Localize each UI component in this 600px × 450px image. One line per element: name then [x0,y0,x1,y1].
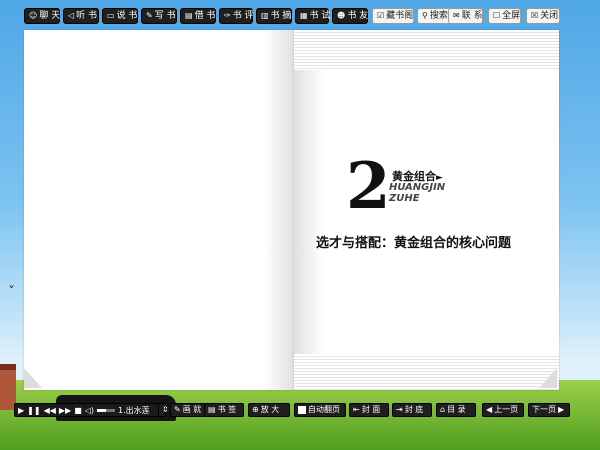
play-icon[interactable]: ▶ [18,406,24,415]
volume-icon: ◁) [84,405,95,415]
friends-button[interactable]: ☻ 书 友 [332,8,368,24]
page-footer-stripes [294,354,559,390]
book-viewer [24,30,559,390]
search-icon: ⚲ [422,11,428,20]
music-player: ▶ ❚❚ ◀◀ ▶▶ ■ ◁) 1.出水莲 [14,403,164,417]
comment-button[interactable]: ▭ 说 书 [102,8,138,24]
next-track-icon[interactable]: ▶▶ [59,406,71,415]
write-button[interactable]: ✎ 写 书 [141,8,177,24]
pencil-icon: ✎ [174,405,181,414]
bookmark-icon: ▤ [208,405,216,414]
chapter-number: 2 [346,149,391,224]
friends-icon: ☻ [337,11,346,20]
mail-icon: ✉ [453,11,460,20]
chevron-updown-icon: ⇕ [162,405,169,414]
cover-button[interactable]: ⇤ 封 面 [349,403,389,417]
prev-track-icon[interactable]: ◀◀ [44,406,56,415]
arrow-left-icon: ◀ [486,405,493,414]
pause-icon[interactable]: ❚❚ [27,406,40,415]
bird-silhouette-icon: ˇ [8,285,15,301]
top-toolbar: ☺ 聊 天 ◁ 听 书 ▭ 说 书 ✎ 写 书 ▤ 借 书 ✑ 书 评 ▥ 书 … [0,8,600,26]
test-button[interactable]: ▦ 书 试 [295,8,330,24]
volume-slider[interactable] [97,408,116,412]
chat-button[interactable]: ☺ 聊 天 [24,8,60,24]
chat-icon: ☺ [29,11,38,20]
chapter-label-en-1: HUANGJIN [389,182,446,193]
excerpt-button[interactable]: ▥ 书 摘 [256,8,292,24]
book-icon: ▤ [185,11,193,20]
listen-icon: ◁ [68,11,75,20]
page-header-stripes [294,30,559,70]
back-cover-button[interactable]: ⇥ 封 底 [392,403,432,417]
zoom-icon: ⊕ [252,405,259,414]
track-select-button[interactable]: ⇕ [158,403,169,417]
contact-button[interactable]: ✉ 联 系 [448,8,483,24]
library-icon: ☑ [377,11,385,20]
fullscreen-button[interactable]: ☐ 全屏 [488,8,521,24]
back-cover-icon: ⇥ [396,405,403,414]
right-page[interactable] [294,30,559,390]
close-button[interactable]: ☒ 关闭 [526,8,560,24]
chapter-title: 选才与搭配：黄金组合的核心问题 [316,236,512,251]
stop-icon[interactable]: ■ [74,406,82,415]
checkbox-icon: ☐ [493,11,501,20]
bookmark-button[interactable]: ▤ 书 签 [204,403,244,417]
search-button[interactable]: ⚲ 搜索 [417,8,452,24]
review-button[interactable]: ✑ 书 评 [219,8,254,24]
arrow-right-icon: ▶ [558,405,565,414]
page-curl-right[interactable] [539,368,557,388]
catalog-button[interactable]: ✎ 画 就 [170,403,206,417]
chapter-label-en-2: ZUHE [389,193,420,204]
volume-fill [97,408,107,412]
close-icon: ☒ [531,11,539,20]
autoflip-checkbox[interactable] [298,406,306,414]
page-curl-left[interactable] [24,368,42,388]
autoflip-button[interactable]: 自动翻页 [294,403,346,417]
comment-icon: ▭ [107,11,115,20]
cover-icon: ⇤ [353,405,360,414]
library-button[interactable]: ☑ 藏书阁 [372,8,414,24]
review-icon: ✑ [224,11,231,20]
prev-page-button[interactable]: ◀ 上一页 [482,403,524,417]
pencil-icon: ✎ [146,11,153,20]
next-page-button[interactable]: 下一页 ▶ [528,403,570,417]
toc-button[interactable]: ⌂ 目 录 [436,403,476,417]
zoom-button[interactable]: ⊕ 放 大 [248,403,290,417]
track-name: 1.出水莲 [118,405,150,415]
excerpt-icon: ▥ [261,11,269,20]
bottom-control-bar: ▶ ❚❚ ◀◀ ▶▶ ■ ◁) 1.出水莲 ⇕ ✎ 画 就 ▤ 书 签 ⊕ 放 … [14,403,574,417]
home-icon: ⌂ [440,405,446,414]
left-page[interactable] [24,30,294,390]
test-icon: ▦ [300,11,308,20]
listen-button[interactable]: ◁ 听 书 [63,8,99,24]
borrow-button[interactable]: ▤ 借 书 [180,8,216,24]
